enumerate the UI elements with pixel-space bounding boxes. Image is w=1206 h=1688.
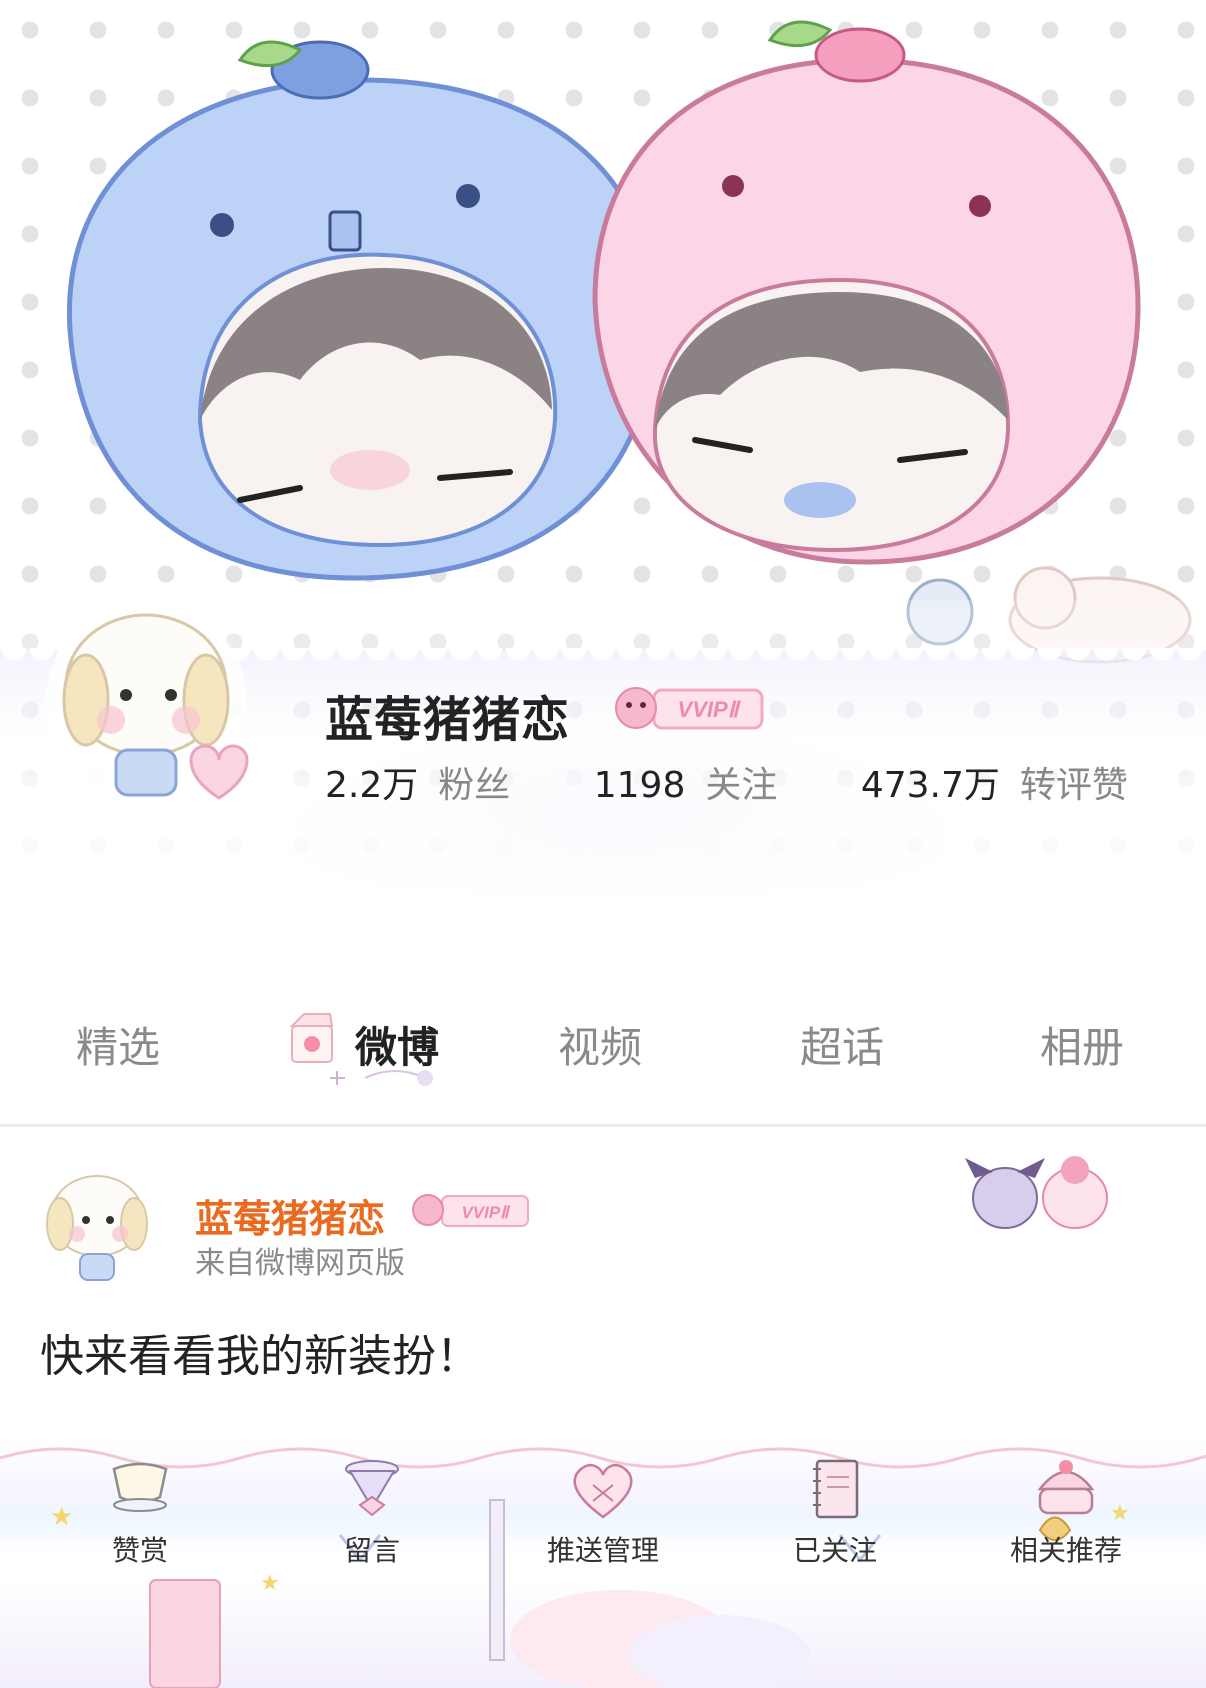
action-comment[interactable]: 留言 [272,1455,472,1569]
post-vvip-badge-icon[interactable]: VVIPⅡ [410,1190,530,1230]
action-label: 留言 [343,1534,400,1567]
stat-value: 2.2万 [325,765,419,806]
stat-value: 1198 [593,765,686,806]
stat-fans[interactable]: 2.2万 粉丝 [325,756,510,808]
stat-label: 粉丝 [438,765,511,806]
sparkle-ribbon-icon [330,1070,433,1086]
sticker-decoration-icon [965,1156,1108,1229]
vvip-badge-text: VVIPⅡ [678,697,742,722]
post-avatar[interactable] [32,1158,162,1288]
post-username[interactable]: 蓝莓猪猪恋 [195,1188,385,1243]
stat-label: 转评赞 [1019,765,1128,806]
action-label: 推送管理 [546,1534,659,1567]
stat-interactions[interactable]: 473.7万 转评赞 [861,756,1128,808]
stat-value: 473.7万 [860,765,1000,806]
tab-super-topic[interactable]: 超话 [800,1014,884,1075]
profile-username[interactable]: 蓝莓猪猪恋 [325,680,570,750]
action-label: 赞赏 [111,1534,168,1567]
peach-character [592,20,1141,565]
tab-video[interactable]: 视频 [558,1014,642,1075]
profile-tabs: 精选 微博 视频 超话 相册 [0,1000,1206,1080]
post-source: 来自微博网页版 [195,1246,405,1281]
vvip-badge-icon[interactable]: VVIPⅡ [608,682,766,734]
tab-album[interactable]: 相册 [1040,1014,1124,1075]
action-push-settings[interactable]: 推送管理 [503,1455,703,1569]
stat-label: 关注 [705,765,778,806]
action-following[interactable]: 已关注 [735,1455,935,1569]
teacup-icon [112,1462,168,1512]
profile-avatar[interactable] [36,590,256,820]
post-vvip-badge-text: VVIPⅡ [461,1203,511,1222]
action-recommendations[interactable]: 相关推荐 [966,1455,1166,1569]
notebook-icon [813,1459,859,1519]
tab-divider [0,1124,1206,1127]
profile-stats: 2.2万 粉丝 1198 关注 473.7万 转评赞 [325,756,1200,808]
blueberry-character [66,40,658,581]
post-content: 快来看看我的新装扮！ [40,1331,480,1382]
action-label: 相关推荐 [1009,1534,1122,1567]
milk-carton-icon [289,1013,334,1063]
action-label: 已关注 [792,1534,877,1567]
cake-icon [1037,1460,1095,1515]
bow-cup-icon [345,1460,399,1517]
profile-header-banner [0,0,1206,980]
heart-frame-icon [573,1464,633,1519]
stat-following[interactable]: 1198 关注 [594,756,778,808]
action-bar: 赞赏 留言 推送管理 已关注 相关推荐 [0,1455,1206,1575]
tab-featured[interactable]: 精选 [76,1014,160,1075]
action-reward[interactable]: 赞赏 [40,1455,240,1569]
